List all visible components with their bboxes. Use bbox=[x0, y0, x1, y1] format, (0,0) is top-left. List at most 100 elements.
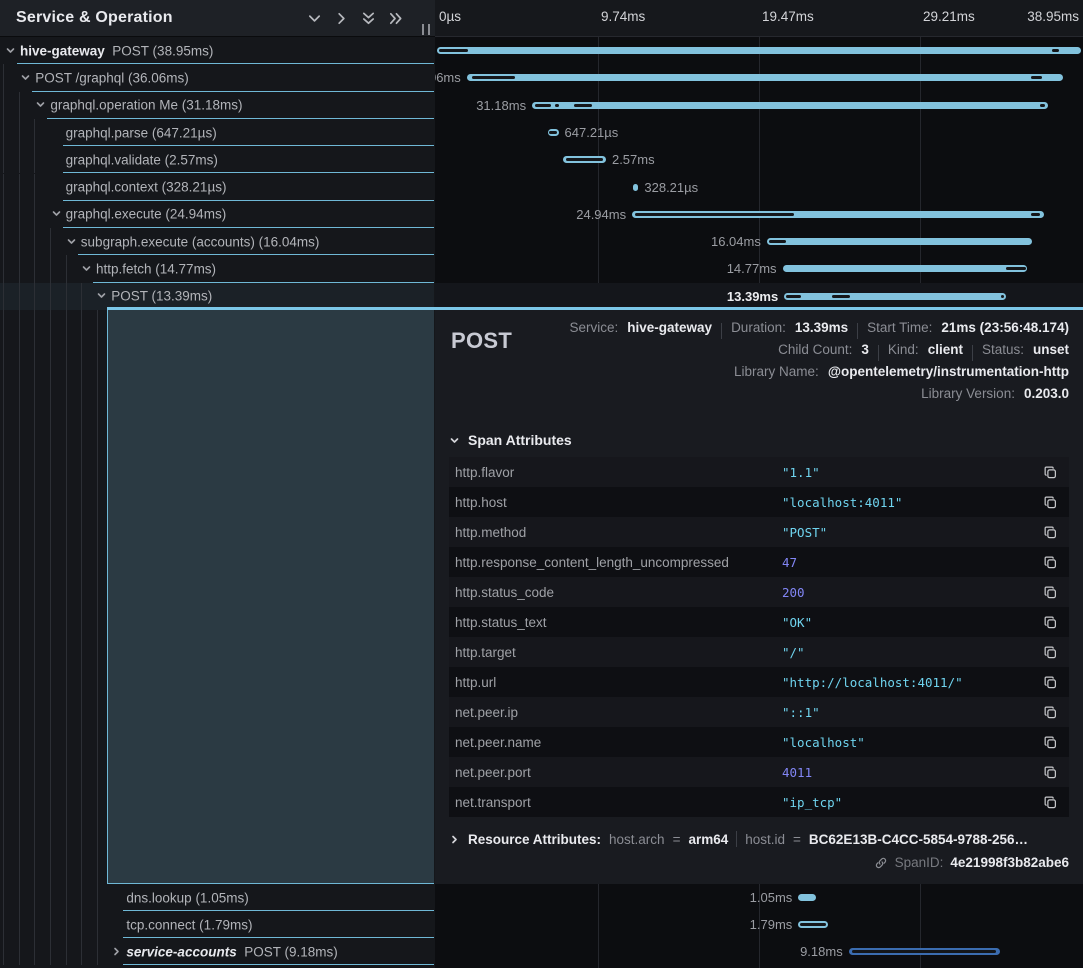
copy-icon[interactable] bbox=[1041, 523, 1059, 541]
waterfall-cell[interactable]: 38.95ms bbox=[435, 37, 1083, 64]
span-bar[interactable] bbox=[767, 238, 1032, 245]
waterfall-cell[interactable]: 16.04ms bbox=[435, 228, 1083, 255]
indent-guide bbox=[3, 938, 4, 965]
span-title: POST bbox=[451, 328, 512, 354]
span-row[interactable]: dns.lookup (1.05ms) 1.05ms bbox=[0, 884, 1083, 911]
span-row[interactable]: tcp.connect (1.79ms)1.79ms bbox=[0, 911, 1083, 938]
resource-attributes-title[interactable]: Resource Attributes: bbox=[468, 832, 601, 847]
span-name: graphql.operation Me (31.18ms) bbox=[50, 98, 242, 113]
ruler-tick: 0µs bbox=[439, 9, 461, 24]
chevron-down-icon[interactable] bbox=[35, 99, 46, 110]
waterfall-cell[interactable]: 36.06ms bbox=[435, 64, 1083, 91]
span-bar[interactable] bbox=[532, 102, 1048, 109]
indent-guide bbox=[50, 228, 51, 255]
span-bar[interactable] bbox=[467, 74, 1063, 81]
span-name: subgraph.execute (accounts) (16.04ms) bbox=[81, 234, 320, 249]
resource-key: host.id bbox=[745, 832, 785, 847]
span-bar[interactable] bbox=[633, 184, 638, 191]
span-row[interactable]: POST /graphql (36.06ms)36.06ms bbox=[0, 64, 1083, 91]
duration-label: 13.39ms bbox=[727, 289, 778, 304]
copy-icon[interactable] bbox=[1041, 643, 1059, 661]
indent-guide bbox=[3, 146, 4, 173]
span-bar[interactable] bbox=[798, 894, 815, 901]
span-row[interactable]: graphql.context (328.21µs) 328.21µs bbox=[0, 174, 1083, 201]
waterfall-cell[interactable]: 1.79ms bbox=[435, 911, 1083, 938]
attribute-value: "localhost:4011" bbox=[782, 495, 1041, 510]
waterfall-cell[interactable]: 14.77ms bbox=[435, 255, 1083, 282]
indent-guide bbox=[34, 283, 35, 310]
waterfall-cell[interactable]: 2.57ms bbox=[435, 146, 1083, 173]
waterfall-cell[interactable]: 13.39ms bbox=[435, 283, 1083, 310]
chevron-down-icon[interactable] bbox=[20, 72, 31, 83]
meta-label: Service: bbox=[569, 320, 618, 335]
meta-value: @opentelemetry/instrumentation-http bbox=[828, 364, 1069, 379]
indent-guide bbox=[3, 64, 4, 91]
copy-icon[interactable] bbox=[1041, 613, 1059, 631]
waterfall-cell[interactable]: 328.21µs bbox=[435, 174, 1083, 201]
child-span-marker bbox=[800, 923, 826, 926]
divider bbox=[721, 323, 722, 339]
span-bar[interactable] bbox=[437, 47, 1081, 54]
waterfall-cell[interactable]: 9.18ms bbox=[435, 938, 1083, 965]
chevron-right-icon[interactable] bbox=[111, 946, 122, 957]
chevron-down-icon[interactable] bbox=[66, 236, 77, 247]
copy-icon[interactable] bbox=[1041, 583, 1059, 601]
copy-icon[interactable] bbox=[1041, 763, 1059, 781]
span-row[interactable]: graphql.operation Me (31.18ms) 31.18ms bbox=[0, 92, 1083, 119]
attribute-row: http.host"localhost:4011" bbox=[449, 487, 1069, 517]
span-bar[interactable] bbox=[783, 265, 1027, 272]
chevron-down-icon[interactable] bbox=[5, 45, 16, 56]
span-tree-cell[interactable]: tcp.connect (1.79ms) bbox=[0, 911, 434, 938]
span-row[interactable]: service-accounts POST (9.18ms)9.18ms bbox=[0, 938, 1083, 965]
span-row[interactable]: graphql.parse (647.21µs)647.21µs bbox=[0, 119, 1083, 146]
span-name: dns.lookup (1.05ms) bbox=[126, 890, 248, 905]
chevron-down-icon[interactable] bbox=[81, 263, 92, 274]
span-tree-cell[interactable]: POST /graphql (36.06ms) bbox=[0, 64, 434, 91]
copy-icon[interactable] bbox=[1041, 733, 1059, 751]
span-tree-cell[interactable]: POST (13.39ms) bbox=[0, 283, 434, 310]
span-tree-cell[interactable]: graphql.validate (2.57ms) bbox=[0, 146, 434, 173]
copy-icon[interactable] bbox=[1041, 703, 1059, 721]
attribute-row: net.transport"ip_tcp" bbox=[449, 787, 1069, 817]
copy-icon[interactable] bbox=[1041, 553, 1059, 571]
expand-all-icon[interactable] bbox=[387, 11, 403, 27]
span-tree-cell[interactable]: graphql.context (328.21µs) bbox=[0, 174, 434, 201]
span-row[interactable]: http.fetch (14.77ms)14.77ms bbox=[0, 255, 1083, 282]
copy-icon[interactable] bbox=[1041, 673, 1059, 691]
span-row[interactable]: subgraph.execute (accounts) (16.04ms) 16.… bbox=[0, 228, 1083, 255]
panel-resize-grip[interactable] bbox=[422, 24, 430, 35]
span-bar[interactable] bbox=[784, 293, 1005, 300]
span-attributes-header[interactable]: Span Attributes bbox=[449, 432, 1069, 448]
duration-label: 16.04ms bbox=[711, 234, 761, 249]
span-name: graphql.context (328.21µs) bbox=[66, 180, 227, 195]
span-tree-cell[interactable]: graphql.execute (24.94ms) bbox=[0, 201, 434, 228]
copy-icon[interactable] bbox=[1041, 493, 1059, 511]
span-row[interactable]: graphql.execute (24.94ms)24.94ms bbox=[0, 201, 1083, 228]
meta-label: Kind: bbox=[888, 342, 919, 357]
span-row[interactable]: graphql.validate (2.57ms)2.57ms bbox=[0, 146, 1083, 173]
chevron-down-icon[interactable] bbox=[96, 290, 107, 301]
span-tree-cell[interactable]: graphql.operation Me (31.18ms) bbox=[0, 92, 434, 119]
indent-guide bbox=[3, 310, 4, 884]
waterfall-cell[interactable]: 1.05ms bbox=[435, 884, 1083, 911]
span-tree-cell[interactable]: hive-gateway POST (38.95ms) bbox=[0, 37, 434, 64]
collapse-all-icon[interactable] bbox=[360, 11, 376, 27]
expand-one-icon[interactable] bbox=[333, 11, 349, 27]
child-span-marker bbox=[1031, 213, 1041, 216]
waterfall-cell[interactable]: 647.21µs bbox=[435, 119, 1083, 146]
copy-icon[interactable] bbox=[1041, 793, 1059, 811]
span-tree-cell[interactable]: graphql.parse (647.21µs) bbox=[0, 119, 434, 146]
span-row[interactable]: POST (13.39ms) 13.39ms bbox=[0, 283, 1083, 310]
span-tree-cell[interactable]: http.fetch (14.77ms) bbox=[0, 255, 434, 282]
copy-icon[interactable] bbox=[1041, 463, 1059, 481]
waterfall-cell[interactable]: 31.18ms bbox=[435, 92, 1083, 119]
span-row[interactable]: hive-gateway POST (38.95ms)38.95ms bbox=[0, 37, 1083, 64]
collapse-one-icon[interactable] bbox=[306, 11, 322, 27]
chevron-down-icon[interactable] bbox=[51, 208, 62, 219]
link-icon[interactable] bbox=[874, 856, 888, 870]
span-tree-cell[interactable]: dns.lookup (1.05ms) bbox=[0, 884, 434, 911]
span-tree-cell[interactable]: service-accounts POST (9.18ms) bbox=[0, 938, 434, 965]
waterfall-cell[interactable]: 24.94ms bbox=[435, 201, 1083, 228]
row-border bbox=[123, 964, 434, 965]
span-tree-cell[interactable]: subgraph.execute (accounts) (16.04ms) bbox=[0, 228, 434, 255]
